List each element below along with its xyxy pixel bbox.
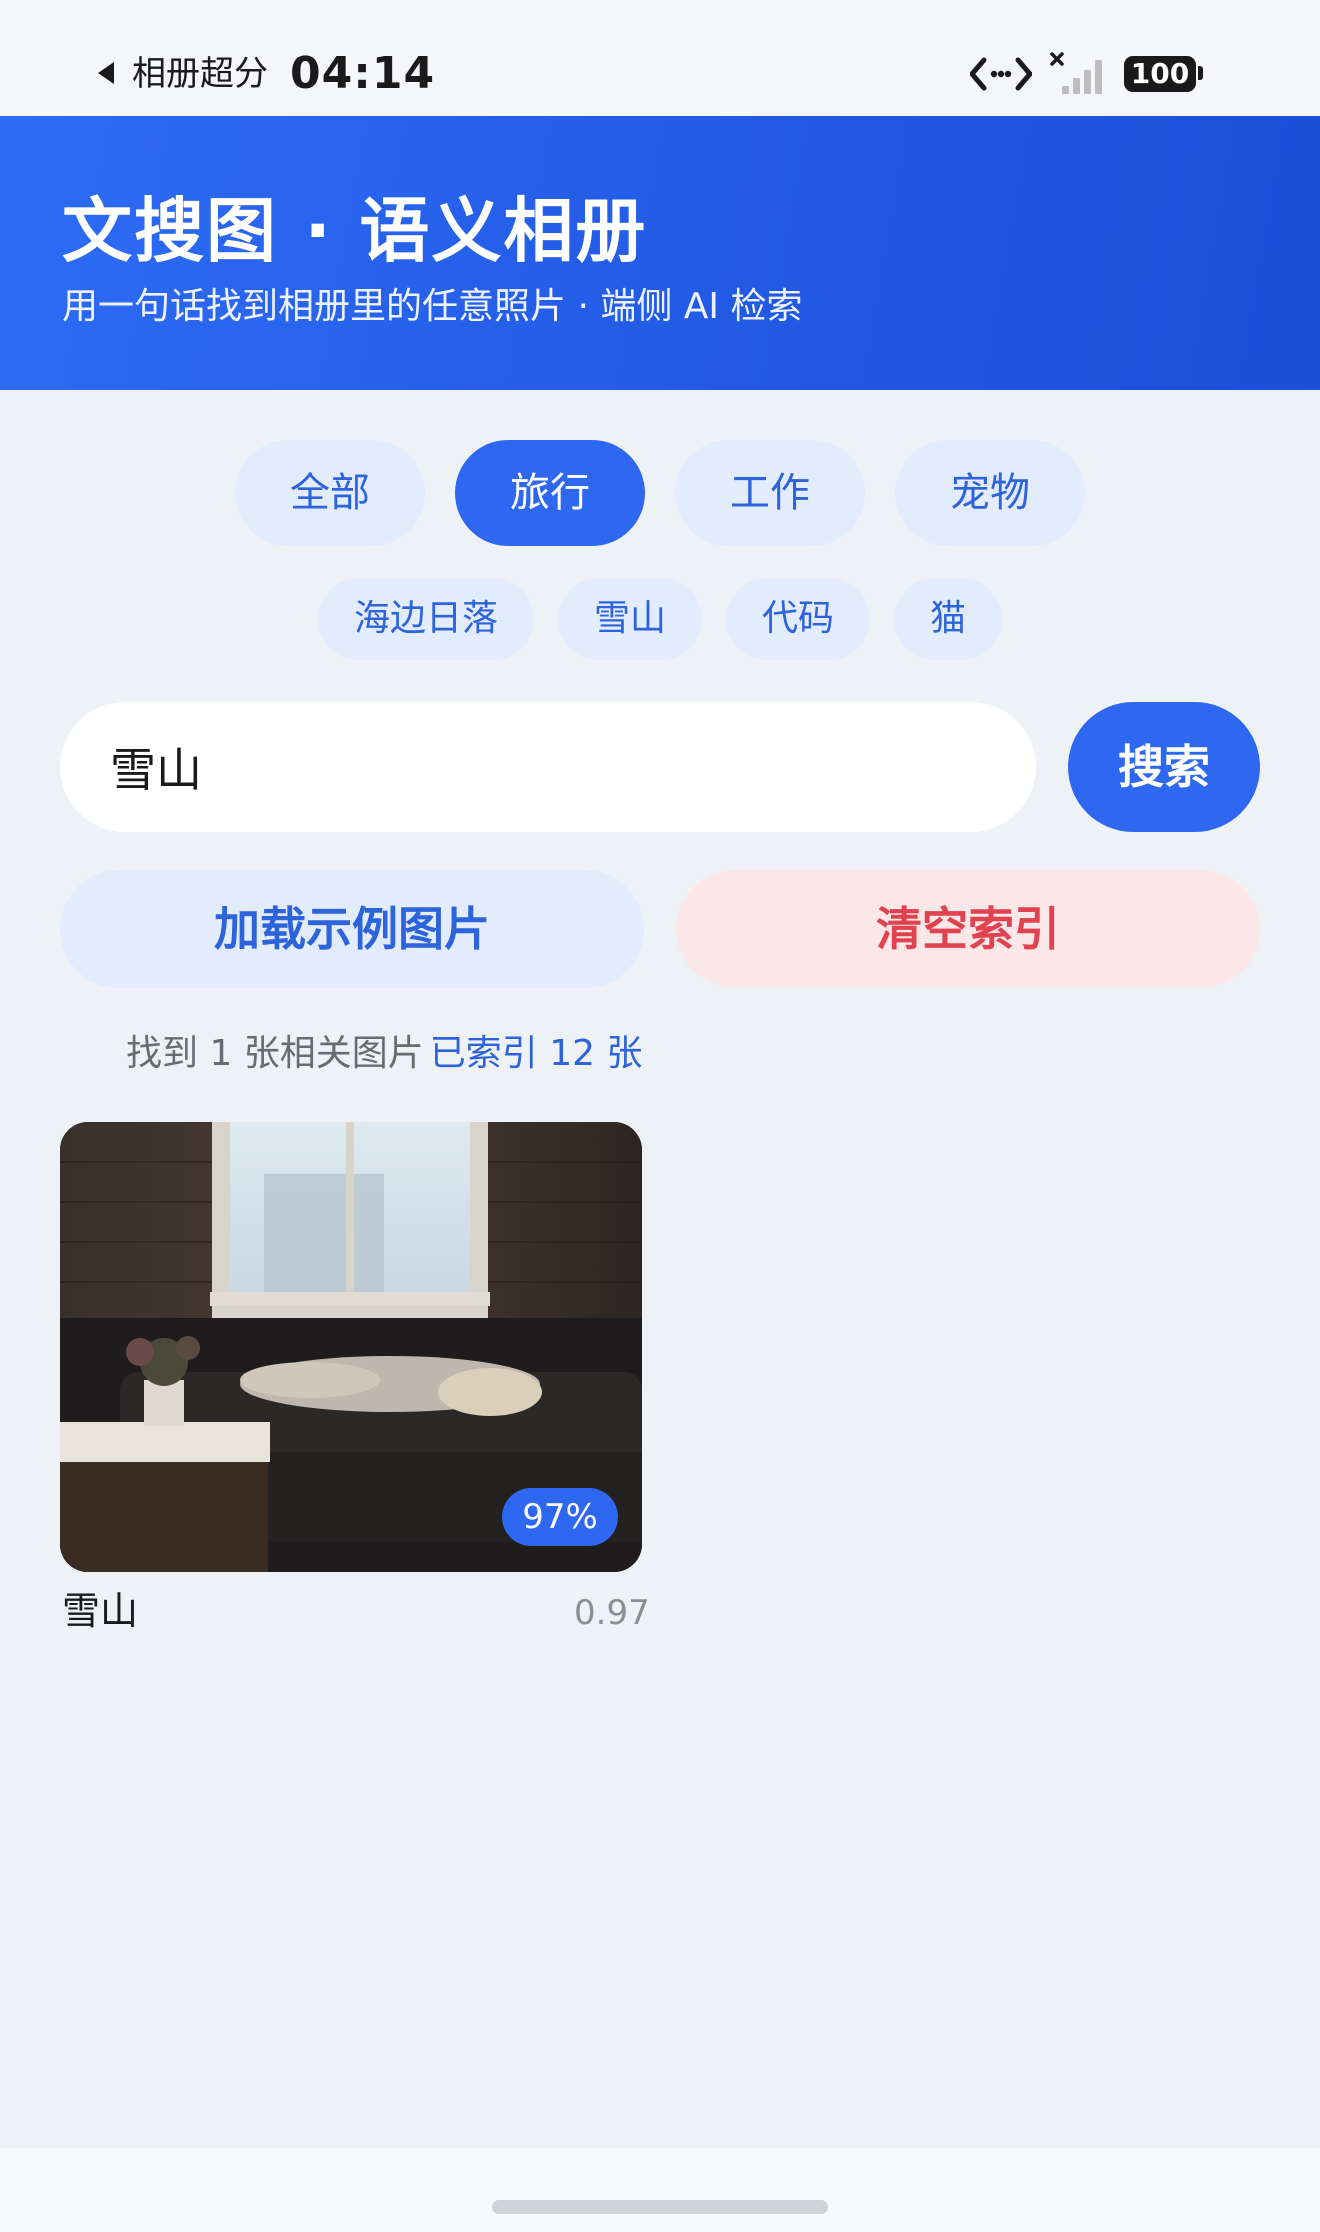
home-indicator[interactable] <box>492 2200 828 2214</box>
score-badge: 97% <box>502 1488 618 1546</box>
back-arrow-icon[interactable] <box>98 62 114 84</box>
result-score: 0.97 <box>574 1593 650 1633</box>
search-button[interactable]: 搜索 <box>1068 702 1260 832</box>
page-title: 文搜图 · 语义相册 <box>62 190 648 272</box>
result-label: 雪山 <box>62 1589 139 1633</box>
status-time: 04:14 <box>290 48 436 99</box>
page-subtitle: 用一句话找到相册里的任意照片 · 端侧 AI 检索 <box>62 286 803 327</box>
chip-travel[interactable]: 旅行 <box>455 440 645 546</box>
clear-index-button[interactable]: 清空索引 <box>676 870 1260 988</box>
suggestion-code[interactable]: 代码 <box>726 578 871 660</box>
status-bar: 相册超分 04:14 100 <box>0 0 1320 116</box>
indexed-count-text: 已索引 12 张 <box>429 1033 643 1074</box>
chip-work[interactable]: 工作 <box>675 440 865 546</box>
bottom-bar <box>0 2148 1320 2232</box>
network-activity-icon <box>970 57 1032 91</box>
suggestion-cat[interactable]: 猫 <box>894 578 1003 660</box>
suggestion-chips: 海边日落 雪山 代码 猫 <box>0 578 1320 660</box>
chip-all[interactable]: 全部 <box>235 440 425 546</box>
app-header: 文搜图 · 语义相册 用一句话找到相册里的任意照片 · 端侧 AI 检索 <box>0 116 1320 390</box>
battery-icon: 100 <box>1124 56 1196 92</box>
results-found-text: 找到 1 张相关图片 <box>126 1033 424 1074</box>
suggestion-sunset[interactable]: 海边日落 <box>317 578 534 660</box>
results-summary: 找到 1 张相关图片 已索引 12 张 <box>126 1030 643 1078</box>
result-image-card[interactable]: 97% <box>60 1122 642 1572</box>
load-examples-button[interactable]: 加载示例图片 <box>60 870 644 988</box>
signal-icon <box>1050 52 1102 94</box>
search-input[interactable] <box>60 702 1036 832</box>
category-chips: 全部 旅行 工作 宠物 <box>0 440 1320 546</box>
suggestion-snow-mountain[interactable]: 雪山 <box>557 578 702 660</box>
battery-tip <box>1198 66 1203 80</box>
chip-pets[interactable]: 宠物 <box>895 440 1085 546</box>
status-app-name[interactable]: 相册超分 <box>132 52 268 96</box>
